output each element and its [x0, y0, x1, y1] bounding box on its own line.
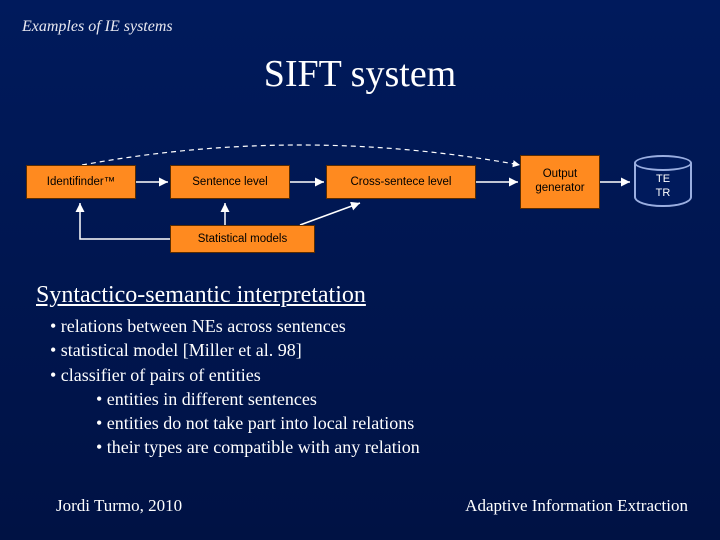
- cylinder-db-icon: TE TR: [634, 155, 692, 209]
- bullet-item: • relations between NEs across sentences: [36, 314, 420, 338]
- diagram-arrows: [0, 135, 720, 265]
- bullet-item: • statistical model [Miller et al. 98]: [36, 338, 420, 362]
- bullet-item: • entities in different sentences: [36, 387, 420, 411]
- pipeline-diagram: Identifinder™ Sentence level Cross-sente…: [0, 135, 720, 265]
- box-identifinder: Identifinder™: [26, 165, 136, 199]
- bullet-item: • their types are compatible with any re…: [36, 435, 420, 459]
- bullet-item: • classifier of pairs of entities: [36, 363, 420, 387]
- section-heading: Syntactico-semantic interpretation: [36, 282, 366, 309]
- cylinder-label-tr: TR: [656, 187, 671, 199]
- box-output-generator: Output generator: [520, 155, 600, 209]
- cylinder-label-te: TE: [656, 173, 670, 185]
- footer-course: Adaptive Information Extraction: [465, 496, 688, 516]
- box-statistical-models: Statistical models: [170, 225, 315, 253]
- slide-title: SIFT system: [0, 52, 720, 96]
- header-label: Examples of IE systems: [22, 18, 173, 36]
- box-cross-sentence-level: Cross-sentece level: [326, 165, 476, 199]
- footer-author: Jordi Turmo, 2010: [56, 496, 182, 516]
- box-sentence-level: Sentence level: [170, 165, 290, 199]
- bullet-list: • relations between NEs across sentences…: [36, 314, 420, 460]
- bullet-item: • entities do not take part into local r…: [36, 411, 420, 435]
